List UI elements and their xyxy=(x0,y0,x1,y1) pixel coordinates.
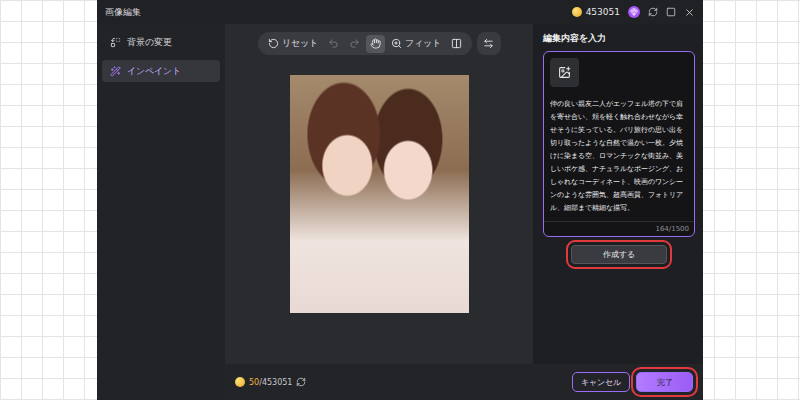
premium-icon[interactable] xyxy=(628,6,640,18)
redo-icon xyxy=(349,38,360,49)
zoom-tool[interactable]: フィット xyxy=(387,35,445,53)
reset-tool[interactable]: リセット xyxy=(264,35,322,53)
toolbar: リセット フィット xyxy=(258,32,501,55)
maximize-icon[interactable] xyxy=(666,7,676,17)
swap-button[interactable] xyxy=(477,32,501,55)
generate-button[interactable]: 作成する xyxy=(571,245,667,264)
cancel-button[interactable]: キャンセル xyxy=(572,372,630,392)
done-button[interactable]: 完了 xyxy=(636,372,693,392)
main-area: リセット フィット 編集内容を入力仲の良い親友二人がエッフェル塔の下で肩を寄せ合い、… xyxy=(225,24,703,400)
image-add-icon xyxy=(558,66,571,79)
gem-icon xyxy=(630,8,638,16)
window-title: 画像編集 xyxy=(105,6,141,19)
undo-icon xyxy=(328,38,339,49)
hand-icon xyxy=(370,38,381,49)
page: 画像編集 453051 背景の変更インペイント リセット フィット 編集内容を入力仲の良い… xyxy=(0,0,800,400)
canvas-panel: リセット フィット xyxy=(225,24,533,364)
compare-icon xyxy=(451,38,462,49)
close-icon[interactable] xyxy=(684,7,695,18)
image-edit-window: 画像編集 453051 背景の変更インペイント リセット フィット 編集内容を入力仲の良い… xyxy=(97,0,703,400)
redo-tool[interactable] xyxy=(345,35,364,53)
footer: 50/453051 キャンセル完了 xyxy=(225,364,703,400)
tool-group: リセット フィット xyxy=(258,32,472,55)
window-body: 背景の変更インペイント リセット フィット 編集内容を入力仲の良い親友二人がエッフェル… xyxy=(97,24,703,400)
refresh-icon[interactable] xyxy=(296,377,306,387)
sidebar-item[interactable]: 背景の変更 xyxy=(102,31,220,53)
footer-buttons: キャンセル完了 xyxy=(572,372,693,392)
sidebar: 背景の変更インペイント xyxy=(97,24,225,400)
inpaint-icon xyxy=(110,66,121,77)
add-image-button[interactable] xyxy=(550,58,579,87)
balance: /453051 xyxy=(259,378,292,387)
prompt-panel: 編集内容を入力仲の良い親友二人がエッフェル塔の下で肩を寄せ合い、頬を軽く触れ合わ… xyxy=(533,24,703,364)
hand-tool[interactable] xyxy=(366,35,385,53)
title-controls: 453051 xyxy=(572,6,695,18)
coin-icon xyxy=(572,7,582,17)
reset-icon xyxy=(268,38,279,49)
swap-icon xyxy=(483,38,494,49)
background-icon xyxy=(110,37,121,48)
title-bar: 画像編集 453051 xyxy=(97,0,703,24)
generate-row: 作成する xyxy=(543,245,695,264)
cost-display: 50/453051 xyxy=(235,377,306,387)
photo[interactable] xyxy=(290,75,469,313)
compare-tool[interactable] xyxy=(447,35,466,53)
canvas xyxy=(225,55,533,364)
sidebar-item[interactable]: インペイント xyxy=(102,60,220,82)
credit-balance: 453051 xyxy=(586,7,620,17)
refresh-icon[interactable] xyxy=(648,7,658,17)
zoom-icon xyxy=(391,38,402,49)
undo-tool[interactable] xyxy=(324,35,343,53)
cost: 50 xyxy=(249,378,259,387)
coin-icon xyxy=(235,377,245,387)
prompt-input[interactable]: 仲の良い親友二人がエッフェル塔の下で肩を寄せ合い、頬を軽く触れ合わせながら幸せそ… xyxy=(543,51,695,237)
prompt-text[interactable]: 仲の良い親友二人がエッフェル塔の下で肩を寄せ合い、頬を軽く触れ合わせながら幸せそ… xyxy=(550,97,689,221)
character-counter: 164/1500 xyxy=(544,221,694,236)
editor-area: リセット フィット 編集内容を入力仲の良い親友二人がエッフェル塔の下で肩を寄せ合い、… xyxy=(225,24,703,364)
prompt-label: 編集内容を入力 xyxy=(543,32,695,45)
